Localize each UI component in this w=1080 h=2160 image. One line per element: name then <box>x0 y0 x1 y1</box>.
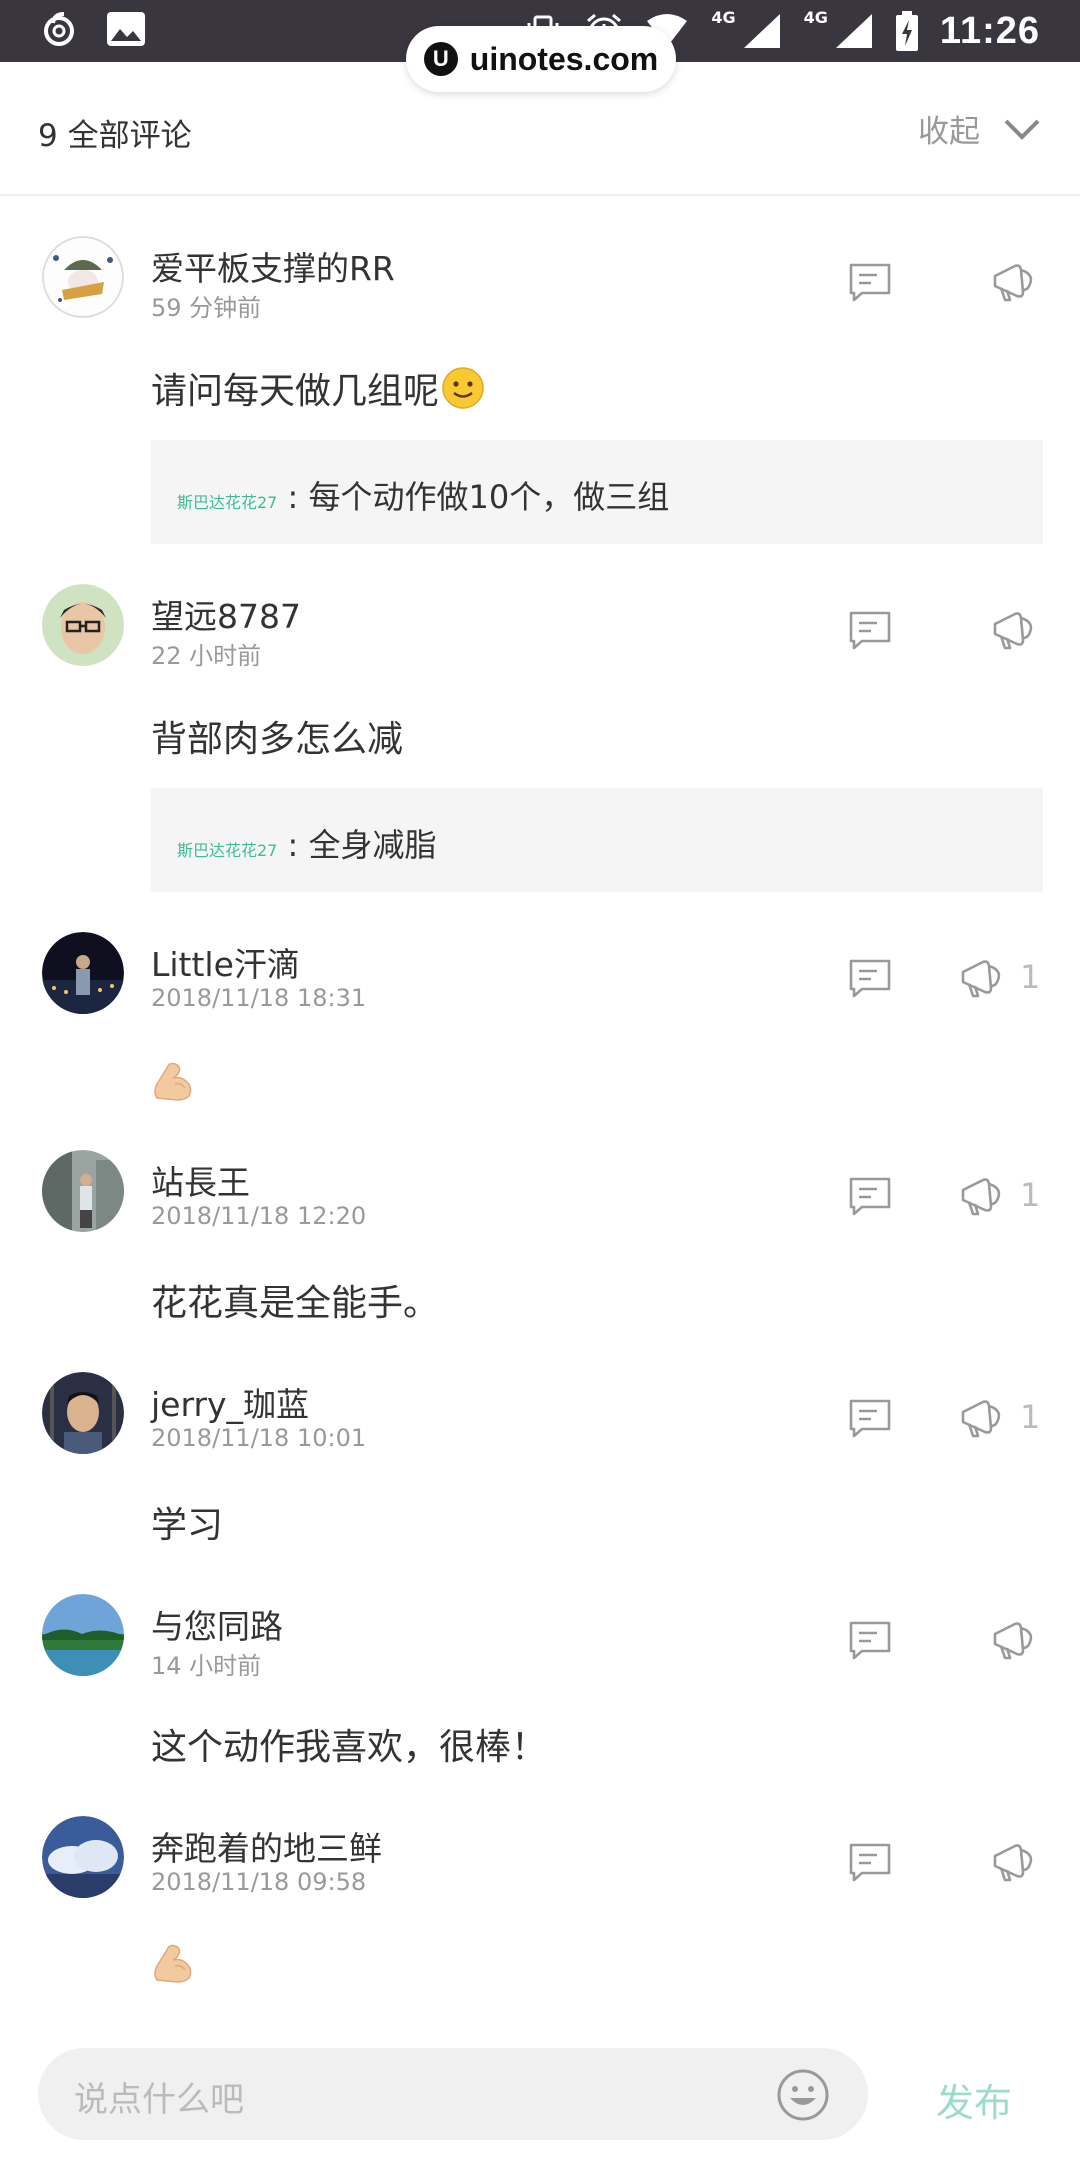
reply-separator: : <box>277 478 309 516</box>
reply-author[interactable]: 斯巴达花花27 <box>177 841 277 860</box>
reply-box[interactable]: 斯巴达花花27 : 全身减脂 <box>151 788 1043 892</box>
reply-icon[interactable] <box>848 1398 892 1438</box>
like-icon[interactable] <box>958 1174 1004 1218</box>
comments-count-title: 9 全部评论 <box>38 118 192 154</box>
watermark-text: uinotes.com <box>469 40 659 77</box>
emoji-picker-icon[interactable] <box>776 2068 830 2122</box>
comment-time: 2018/11/18 10:01 <box>151 1424 367 1452</box>
like-icon[interactable] <box>990 1840 1036 1884</box>
flexed-biceps-icon <box>151 1058 195 1102</box>
slightly-smiling-face-icon <box>442 367 484 409</box>
reply-box[interactable]: 斯巴达花花27 : 每个动作做10个，做三组 <box>151 440 1043 544</box>
reply-icon[interactable] <box>848 1176 892 1216</box>
username[interactable]: 奔跑着的地三鲜 <box>151 1822 382 1870</box>
like-icon[interactable] <box>990 1618 1036 1662</box>
comment-time: 14 小时前 <box>151 1652 262 1680</box>
username[interactable]: 望远8787 <box>151 590 301 638</box>
reply-text: 每个动作做10个，做三组 <box>308 478 670 516</box>
reply-icon[interactable] <box>848 610 892 650</box>
avatar[interactable] <box>42 1372 124 1454</box>
like-count: 1 <box>1020 1398 1041 1436</box>
username[interactable]: jerry_珈蓝 <box>151 1378 309 1426</box>
avatar[interactable] <box>42 236 124 318</box>
flexed-biceps-icon <box>151 1940 195 1984</box>
comment-input-bar: 说点什么吧 发布 <box>0 2040 1080 2160</box>
like-count: 1 <box>1020 1176 1041 1214</box>
like-count: 1 <box>1020 958 1041 996</box>
reply-icon[interactable] <box>848 1842 892 1882</box>
collapse-label: 收起 <box>918 114 980 150</box>
comment-time: 22 小时前 <box>151 642 262 670</box>
comment-text: 学习 <box>151 1505 224 1546</box>
network-type-2: 4G <box>803 7 828 27</box>
reply-icon[interactable] <box>848 262 892 302</box>
username[interactable]: 与您同路 <box>151 1600 283 1648</box>
username[interactable]: Little汗滴 <box>151 938 300 986</box>
comment-input[interactable]: 说点什么吧 <box>38 2048 868 2140</box>
like-icon[interactable] <box>990 260 1036 304</box>
like-icon[interactable] <box>958 956 1004 1000</box>
signal-icon-1 <box>743 14 780 48</box>
clock: 11:26 <box>939 9 1040 52</box>
watermark-badge: U uinotes.com <box>406 26 676 92</box>
battery-charging-icon <box>895 11 918 51</box>
chevron-down-icon <box>1004 119 1040 140</box>
signal-icon-2 <box>835 14 872 48</box>
avatar[interactable] <box>42 1150 124 1232</box>
avatar[interactable] <box>42 584 124 666</box>
reply-icon[interactable] <box>848 1620 892 1660</box>
collapse-button[interactable]: 收起 <box>918 106 1040 151</box>
reply-separator: : <box>277 826 309 864</box>
reply-line: 斯巴达花花27 : 全身减脂 <box>177 820 437 866</box>
network-type-1: 4G <box>711 7 736 27</box>
comment-text: 花花真是全能手。 <box>151 1283 440 1324</box>
comment-text: 背部肉多怎么减 <box>151 719 404 760</box>
comment-time: 2018/11/18 12:20 <box>151 1202 367 1230</box>
comment-text: 请问每天做几组呢 <box>151 362 485 414</box>
comment-time: 2018/11/18 09:58 <box>151 1868 367 1896</box>
reply-icon[interactable] <box>848 958 892 998</box>
comment-text-body: 请问每天做几组呢 <box>151 371 440 412</box>
comment-time: 2018/11/18 18:31 <box>151 984 367 1012</box>
avatar[interactable] <box>42 1594 124 1676</box>
username[interactable]: 站長王 <box>151 1156 250 1204</box>
reply-line: 斯巴达花花27 : 每个动作做10个，做三组 <box>177 472 669 518</box>
like-icon[interactable] <box>990 608 1036 652</box>
username[interactable]: 爱平板支撑的RR <box>151 242 395 290</box>
like-icon[interactable] <box>958 1396 1004 1440</box>
gallery-icon <box>107 12 145 46</box>
watermark-logo: U <box>423 42 458 76</box>
comment-time: 59 分钟前 <box>151 294 262 322</box>
comment-input-placeholder: 说点什么吧 <box>74 2080 244 2120</box>
reply-text: 全身减脂 <box>308 826 437 864</box>
avatar[interactable] <box>42 1816 124 1898</box>
reply-author[interactable]: 斯巴达花花27 <box>177 493 277 512</box>
publish-button[interactable]: 发布 <box>936 2072 1012 2127</box>
avatar[interactable] <box>42 932 124 1014</box>
netease-music-icon <box>44 12 74 46</box>
comment-text: 这个动作我喜欢，很棒！ <box>151 1727 548 1768</box>
